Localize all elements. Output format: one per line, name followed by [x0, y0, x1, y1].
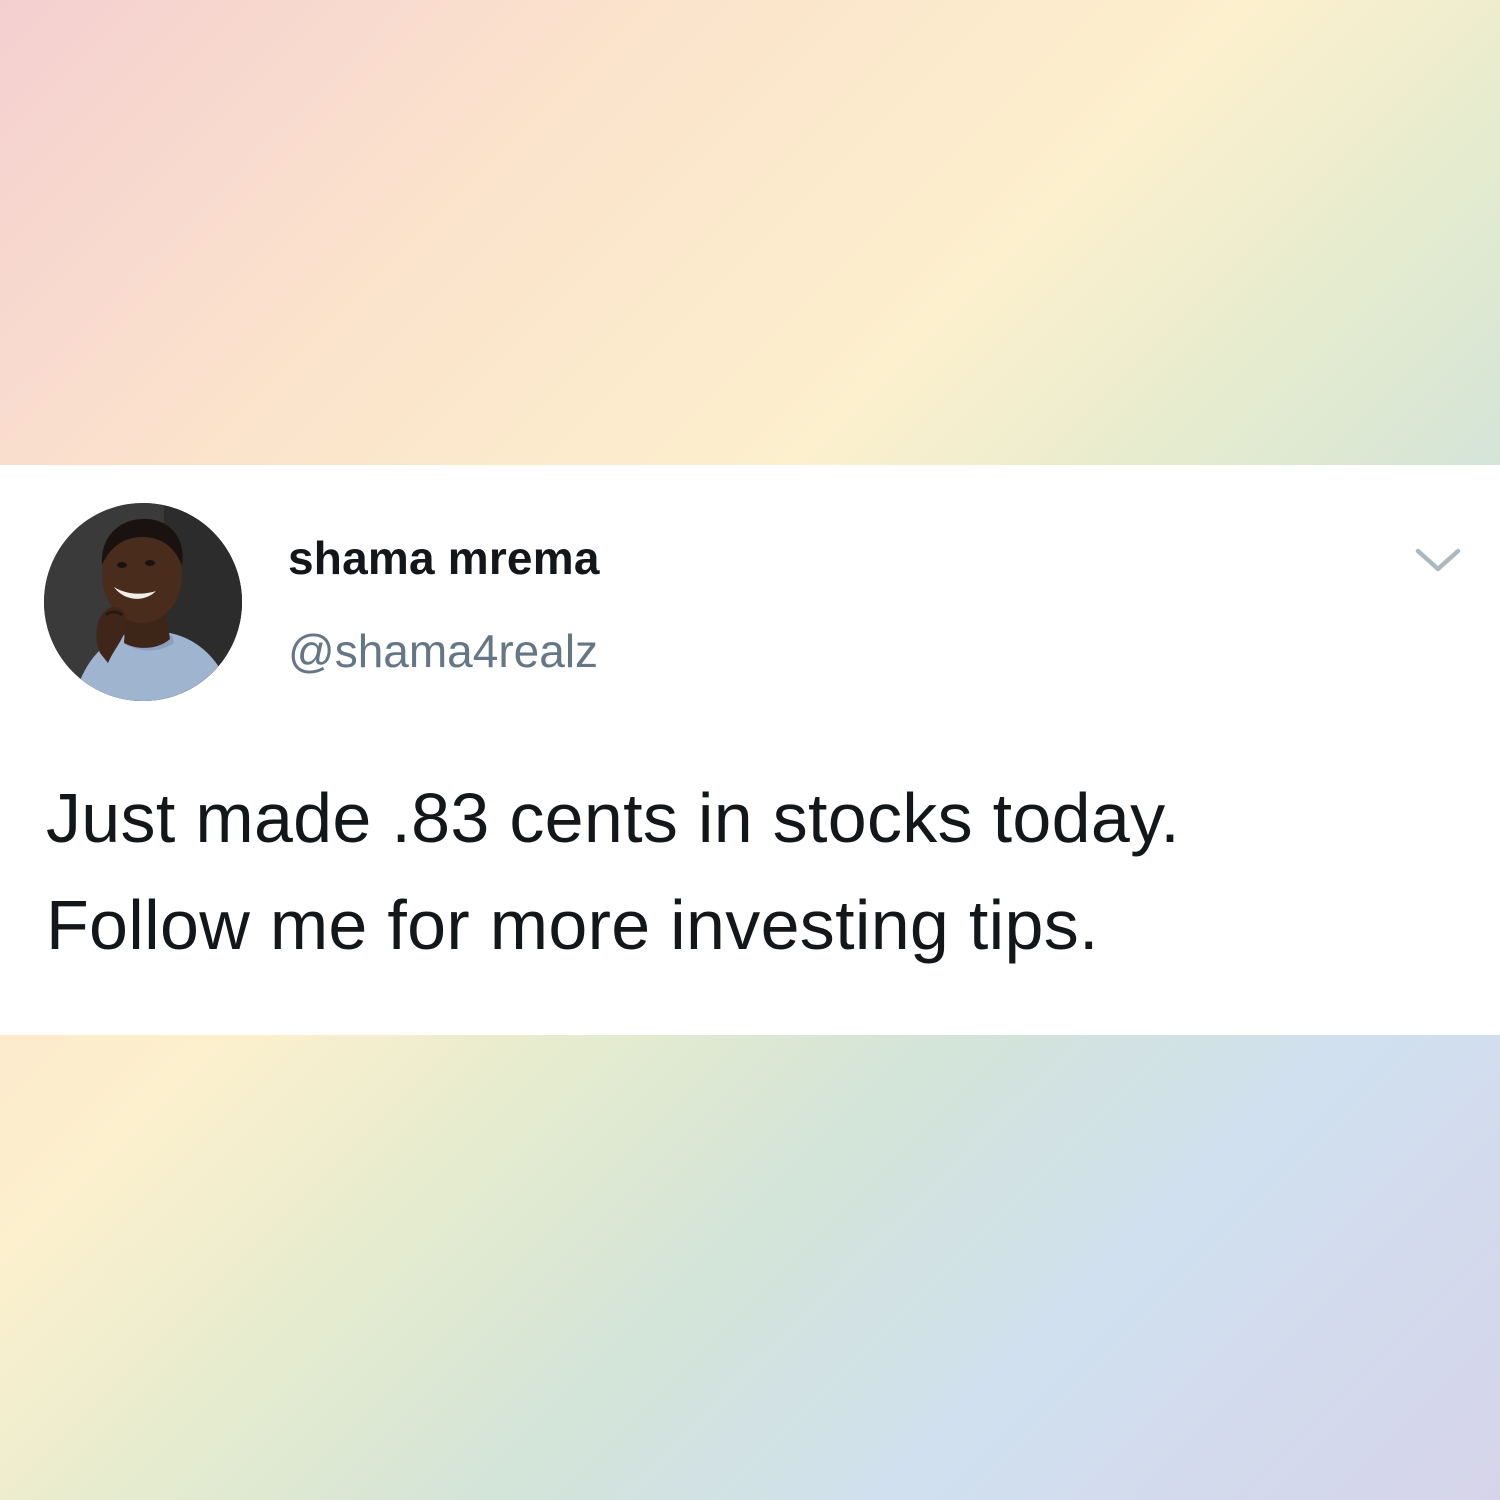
display-name[interactable]: shama mrema: [288, 531, 600, 585]
avatar[interactable]: [44, 503, 242, 701]
tweet-text-line: Follow me for more investing tips.: [46, 886, 1099, 964]
avatar-photo: [44, 503, 242, 701]
user-handle[interactable]: @shama4realz: [288, 624, 598, 678]
chevron-down-icon[interactable]: [1412, 543, 1464, 577]
tweet-text: Just made .83 cents in stocks today. Fol…: [46, 765, 1466, 979]
tweet-text-line: Just made .83 cents in stocks today.: [46, 779, 1180, 857]
tweet-card: shama mrema @shama4realz Just made .83 c…: [0, 465, 1500, 1035]
